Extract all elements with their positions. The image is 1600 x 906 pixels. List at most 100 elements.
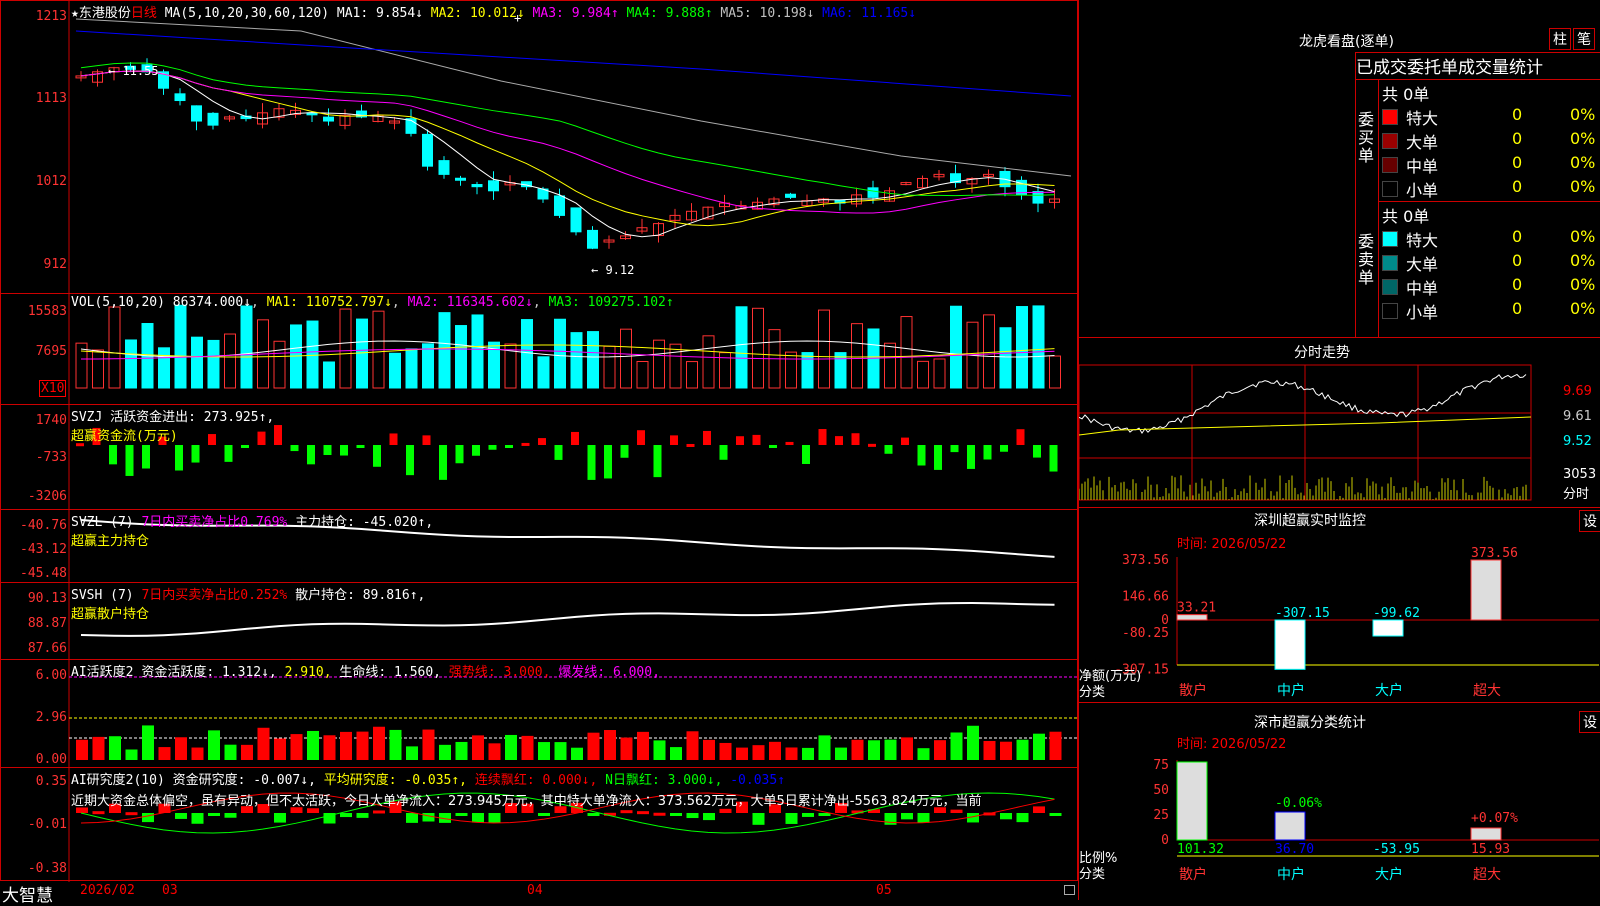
legend-swatch (1382, 133, 1398, 149)
svzj-panel[interactable]: SVZJ 活跃资金进出: 273.925↑, 超赢资金流(万元) 1740 -73… (0, 404, 1078, 511)
activity-bar (158, 747, 171, 760)
activity-bar (109, 736, 121, 760)
activity-bar (868, 740, 880, 760)
volume-bar (884, 342, 896, 389)
flow-bar (191, 445, 200, 463)
research-bar (653, 812, 666, 816)
row-count: 0 (1512, 153, 1523, 172)
flow-bar (439, 445, 447, 480)
lock-icon[interactable] (1064, 885, 1075, 895)
activity-bar (340, 731, 352, 760)
volume-bar (785, 351, 797, 389)
ai-activity-panel[interactable]: AI活跃度2 资金活跃度: 1.312↓, 2.910, 生命线: 1.560,… (0, 659, 1078, 769)
sh-category-label: 超大 (1473, 867, 1501, 883)
research-bar (191, 813, 204, 824)
research-bar (802, 813, 814, 817)
flow-bar (967, 445, 975, 469)
flow-bar (752, 434, 761, 445)
research-bar (274, 813, 286, 823)
activity-bar (142, 725, 154, 760)
ai-research-panel[interactable]: AI研究度2(10) 资金研究度: -0.007↓, 平均研究度: -0.035… (0, 767, 1078, 882)
row-pct: 0% (1570, 153, 1596, 172)
flow-bar (109, 445, 117, 465)
flow-bar (125, 445, 134, 476)
flow-bar (868, 443, 876, 447)
volume-bar (917, 360, 929, 389)
row-name: 小单 (1406, 303, 1439, 322)
activity-bar (653, 740, 666, 760)
research-bar (472, 813, 484, 823)
sh-ytick: 25 (1153, 808, 1169, 823)
bar-mode-button[interactable]: 柱 (1549, 28, 1571, 50)
volume-bar (686, 361, 698, 389)
svsh-header: SVSH (7) 7日内买卖净占比0.252% 散户持仓: 89.816↑, 超赢… (71, 588, 426, 622)
volume-bar (92, 349, 104, 389)
order-row: 中单 0 0% (1382, 153, 1600, 176)
svsh-panel[interactable]: SVSH (7) 7日内买卖净占比0.252% 散户持仓: 89.816↑, 超赢… (0, 582, 1078, 661)
legend-swatch (1382, 279, 1398, 295)
flow-bar (587, 445, 596, 480)
activity-bar (1000, 741, 1012, 760)
volume-chart (68, 294, 1061, 406)
sz-value-label: 33.21 (1177, 601, 1216, 616)
svzj-ytick: 1740 (35, 413, 67, 428)
sh-value-label: -53.95 (1373, 842, 1420, 857)
volume-bar (125, 339, 137, 389)
sh-ytick: 0 (1161, 833, 1169, 848)
activity-bar (785, 747, 798, 760)
research-bar (719, 808, 732, 813)
candle (422, 133, 433, 167)
stock-name[interactable]: 东港股份 (79, 6, 131, 21)
sh-category-label: 散户 (1179, 866, 1207, 883)
volume-bar (422, 343, 434, 389)
sz-category-label: 大户 (1375, 682, 1403, 699)
sz-settings-button[interactable]: 设 (1579, 510, 1600, 532)
activity-bar (571, 747, 583, 760)
volume-bar (999, 327, 1012, 389)
volume-bar (636, 361, 649, 389)
main-kline-panel[interactable]: ★东港股份日线 MA(5,10,20,30,60,120) MA1: 9.854… (0, 0, 1078, 295)
research-bar (1000, 813, 1012, 820)
intraday-ytick: 9.69 (1563, 384, 1592, 399)
row-name: 特大 (1406, 231, 1439, 250)
svzl-ytick: -40.76 (20, 518, 67, 533)
order-row: 大单 0 0% (1382, 251, 1600, 274)
activity-bar (208, 730, 220, 760)
row-pct: 0% (1570, 177, 1596, 196)
row-name: 特大 (1406, 109, 1439, 128)
activity-bar (752, 745, 765, 760)
period-label[interactable]: 日线 (131, 6, 157, 21)
vol-ytick: 7695 (35, 344, 67, 359)
activity-bar (851, 739, 864, 760)
research-bar (488, 813, 501, 823)
activity-bar (1033, 733, 1045, 760)
sh-pct-label: -0.06% (1275, 796, 1322, 811)
svzl-panel[interactable]: SVZL (7) 7日内买卖净占比0.769% 主力持仓: -45.020↑, 超… (0, 509, 1078, 584)
flow-bar (653, 445, 662, 478)
flow-bar (571, 431, 579, 445)
row-pct: 0% (1570, 251, 1596, 270)
ma-value: MA1: 9.854↓ (336, 6, 423, 21)
flow-bar (373, 445, 381, 467)
candle (785, 193, 796, 198)
research-bar (884, 813, 897, 825)
sz-ytick: -80.25 (1122, 626, 1169, 641)
candle (323, 116, 334, 122)
volume-panel[interactable]: VOL(5,10,20) 86374.000↓, MA1: 110752.797… (0, 293, 1078, 406)
sz-ytick: 146.66 (1122, 589, 1169, 604)
legend-swatch (1382, 231, 1398, 247)
activity-bar (1016, 739, 1029, 760)
order-row: 特大 0 0% (1382, 227, 1600, 250)
flow-bar (703, 430, 711, 445)
tick-mode-button[interactable]: 笔 (1573, 28, 1595, 50)
sh-settings-button[interactable]: 设 (1579, 711, 1600, 733)
sh-value-label: 101.32 (1177, 842, 1224, 857)
row-count: 0 (1512, 177, 1523, 196)
sz-bar (1470, 559, 1502, 621)
volume-bar (669, 343, 682, 389)
ma-value: MA6: 11.165↓ (814, 6, 917, 21)
flow-bar (1000, 445, 1008, 452)
flow-bar (637, 430, 645, 445)
row-pct: 0% (1570, 105, 1596, 124)
row-pct: 0% (1570, 299, 1596, 318)
